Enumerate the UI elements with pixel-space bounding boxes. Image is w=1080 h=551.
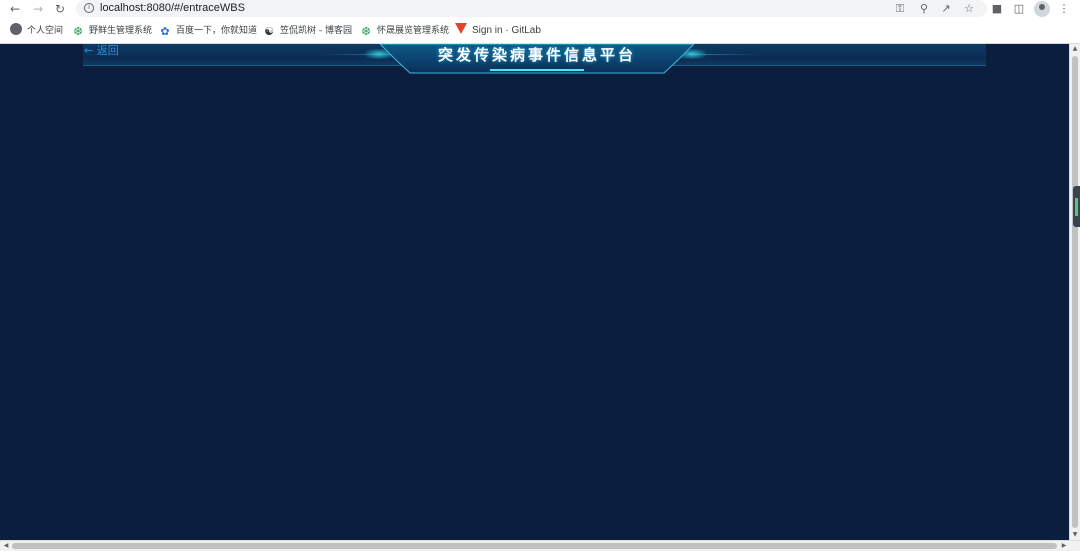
profile-avatar[interactable] bbox=[1034, 1, 1050, 17]
bookmark-label: Sign in · GitLab bbox=[472, 25, 541, 36]
side-panel-icon[interactable]: ◫ bbox=[1011, 1, 1027, 17]
banner-glow-line-right bbox=[689, 54, 759, 55]
vertical-scrollbar[interactable]: ▲ ▼ bbox=[1069, 44, 1080, 540]
forward-arrow-icon[interactable]: → bbox=[30, 1, 46, 17]
gitlab-icon bbox=[455, 23, 467, 35]
extension-side-tab[interactable] bbox=[1073, 186, 1080, 227]
bookmark-label: 个人空间 bbox=[27, 26, 64, 36]
menu-dots-icon[interactable]: ⋮ bbox=[1056, 1, 1072, 17]
bookmark-gitlab[interactable]: Sign in · GitLab bbox=[455, 23, 541, 39]
leaf-icon: ❆ bbox=[73, 25, 83, 38]
scroll-up-icon[interactable]: ▲ bbox=[1070, 44, 1080, 54]
bookmark-label: 野鲜生管理系统 bbox=[89, 26, 153, 36]
bookmark-personal-space[interactable]: 个人空间 bbox=[10, 23, 63, 39]
bookmark-label: 百度一下，你就知道 bbox=[176, 26, 258, 36]
key-icon[interactable]: ⚿ bbox=[892, 1, 908, 17]
blog-icon: ☯ bbox=[264, 25, 274, 38]
bookmark-exhibition[interactable]: ❆ 怀晟展览管理系统 bbox=[360, 23, 449, 39]
horizontal-scrollbar[interactable]: ◀ ▶ bbox=[0, 540, 1080, 551]
browser-toolbar: ← → ↻ i localhost:8080/#/entraceWBS ⚿ ⚲ … bbox=[0, 0, 1080, 18]
horizontal-scroll-thumb[interactable] bbox=[12, 543, 1057, 549]
extensions-icon[interactable]: ■ bbox=[989, 1, 1005, 17]
page-viewport bbox=[0, 44, 1069, 540]
back-arrow-icon[interactable]: ← bbox=[7, 1, 23, 17]
zoom-icon[interactable]: ⚲ bbox=[916, 1, 932, 17]
bookmark-label: 怀晟展览管理系统 bbox=[377, 26, 450, 36]
bookmark-cnblogs[interactable]: ☯ 笠侃凯树 - 博客园 bbox=[263, 23, 352, 39]
bookmarks-bar: 个人空间 ❆ 野鲜生管理系统 ✿ 百度一下，你就知道 ☯ 笠侃凯树 - 博客园 ❆ 怀晟… bbox=[0, 18, 1080, 44]
globe-icon bbox=[10, 23, 22, 35]
reload-icon[interactable]: ↻ bbox=[52, 1, 68, 17]
back-link[interactable]: ← 返回 bbox=[84, 44, 119, 58]
site-info-icon[interactable]: i bbox=[84, 3, 94, 13]
scroll-right-icon[interactable]: ▶ bbox=[1059, 541, 1069, 551]
scroll-down-icon[interactable]: ▼ bbox=[1070, 530, 1080, 540]
vertical-scroll-thumb[interactable] bbox=[1072, 56, 1078, 528]
paw-icon: ✿ bbox=[160, 25, 170, 38]
bookmark-wild-fresh[interactable]: ❆ 野鲜生管理系统 bbox=[72, 23, 152, 39]
bookmark-baidu[interactable]: ✿ 百度一下，你就知道 bbox=[159, 23, 257, 39]
page-title: 突发传染病事件信息平台 bbox=[437, 46, 636, 64]
url-text[interactable]: localhost:8080/#/entraceWBS bbox=[100, 1, 245, 16]
share-icon[interactable]: ↗ bbox=[938, 1, 954, 17]
star-icon[interactable]: ☆ bbox=[961, 1, 977, 17]
bookmark-label: 笠侃凯树 - 博客园 bbox=[280, 26, 352, 36]
leaf-icon: ❆ bbox=[361, 25, 371, 38]
scroll-left-icon[interactable]: ◀ bbox=[1, 541, 11, 551]
address-bar[interactable]: i localhost:8080/#/entraceWBS ⚿ ⚲ ↗ ☆ bbox=[76, 0, 987, 17]
